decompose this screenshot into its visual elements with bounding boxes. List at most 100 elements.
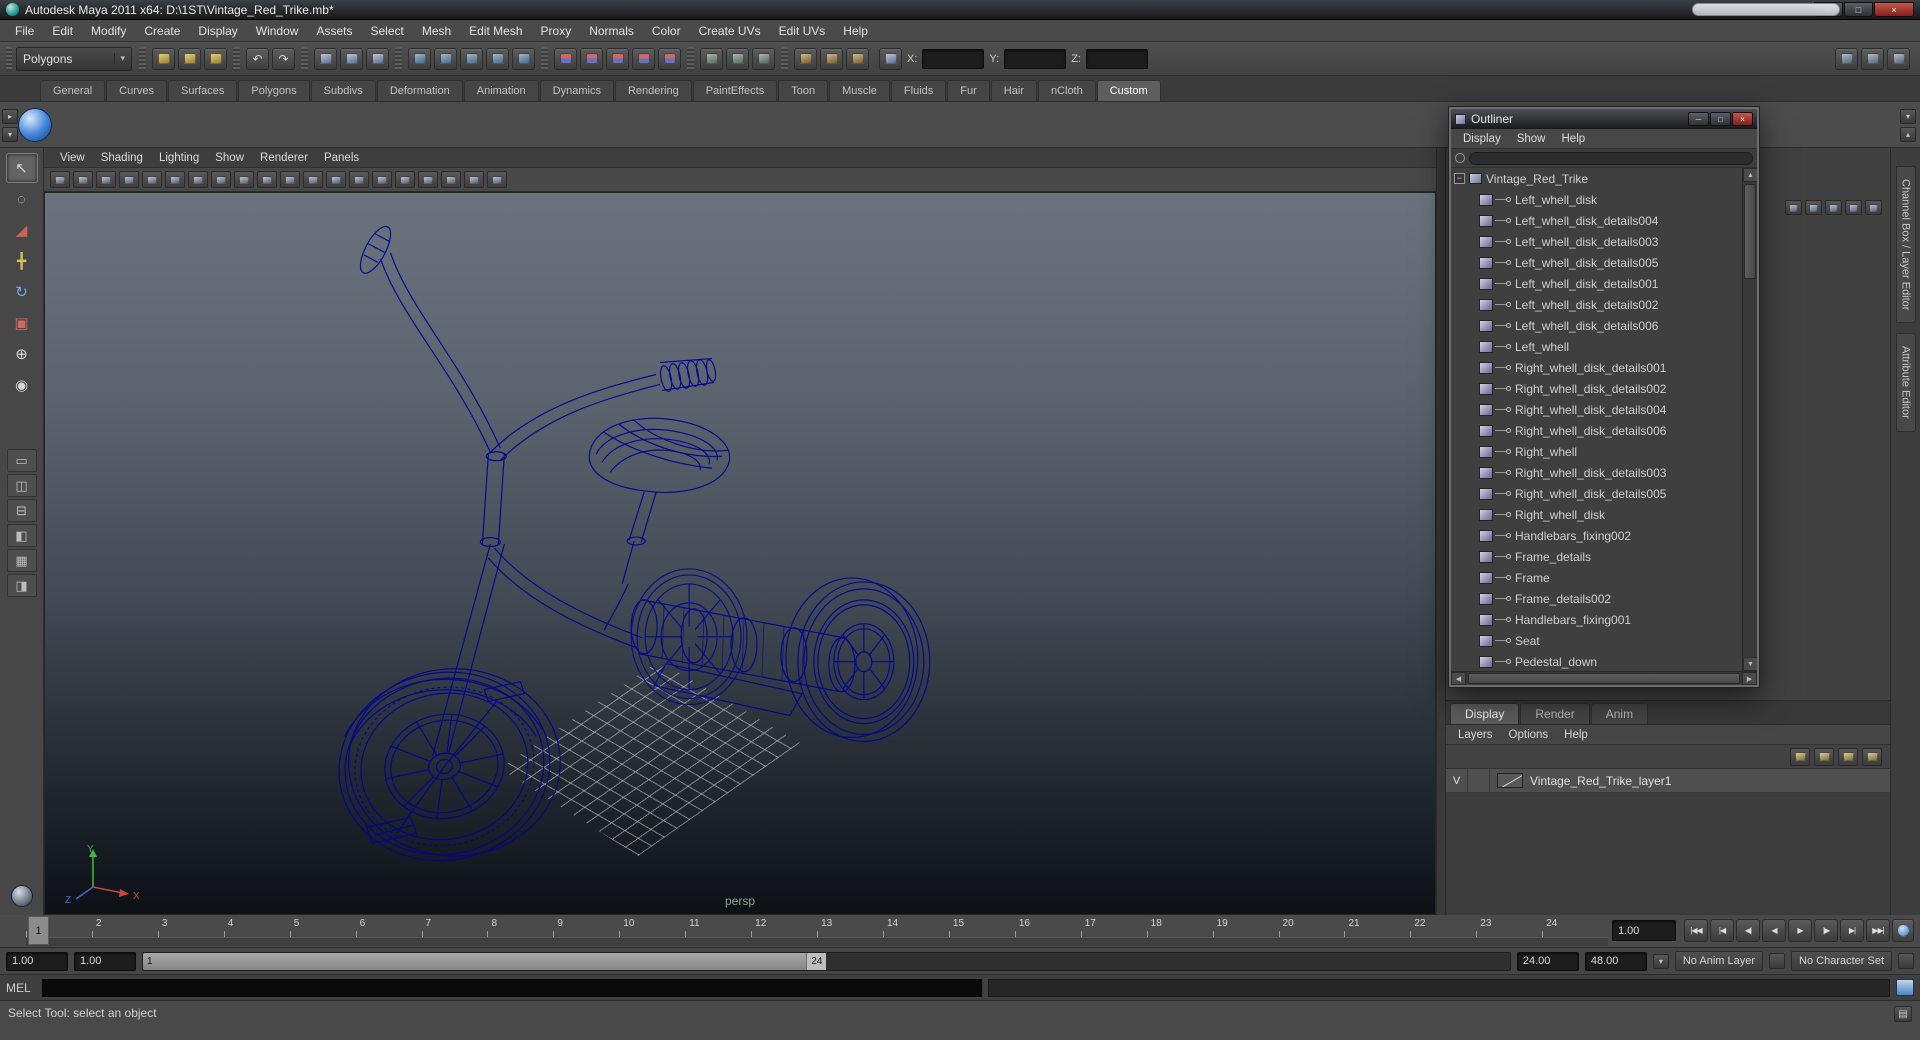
- layers-options-icon[interactable]: [1790, 747, 1810, 766]
- panel-menu-view[interactable]: View: [52, 152, 93, 164]
- menu-assets[interactable]: Assets: [307, 24, 361, 38]
- time-ruler-frame-8[interactable]: 8: [487, 915, 553, 937]
- scale-tool[interactable]: ▣: [6, 308, 38, 338]
- step-forward-one-key-button[interactable]: ▶|: [1840, 919, 1864, 942]
- lasso-select-tool[interactable]: ◌: [6, 184, 38, 214]
- shelf-tab-rendering[interactable]: Rendering: [614, 80, 692, 101]
- command-line-language-label[interactable]: MEL: [6, 981, 36, 995]
- shadows-icon[interactable]: [395, 171, 415, 188]
- layer-editor-menu-options[interactable]: Options: [1501, 729, 1557, 741]
- new-scene-icon[interactable]: [152, 47, 175, 70]
- menu-select[interactable]: Select: [361, 24, 412, 38]
- new-empty-layer-icon[interactable]: [1838, 747, 1858, 766]
- panel-menu-lighting[interactable]: Lighting: [151, 152, 207, 164]
- scroll-left-icon[interactable]: ◀: [1451, 672, 1466, 685]
- time-ruler-frame-6[interactable]: 6: [355, 915, 422, 937]
- shelf-edit-icon[interactable]: ▴: [1900, 126, 1916, 142]
- outliner-close-button[interactable]: ×: [1732, 112, 1753, 126]
- go-to-end-button[interactable]: ▶▶|: [1866, 919, 1890, 942]
- snap-to-curves-icon[interactable]: [580, 47, 603, 70]
- time-ruler-frame-10[interactable]: 10: [619, 915, 685, 937]
- step-forward-one-frame-button[interactable]: |▶: [1814, 919, 1838, 942]
- toolbar-separator[interactable]: [233, 46, 240, 71]
- show-tool-settings-icon[interactable]: [1861, 47, 1884, 70]
- shaded-mode-icon[interactable]: [326, 171, 346, 188]
- outliner-item-right-whell-disk-details005[interactable]: Right_whell_disk_details005: [1451, 483, 1742, 504]
- universal-manipulator-tool[interactable]: ⊕: [6, 339, 38, 369]
- scroll-down-icon[interactable]: ▼: [1743, 657, 1757, 671]
- open-scene-icon[interactable]: [178, 47, 201, 70]
- shelf-tab-toon[interactable]: Toon: [778, 80, 829, 101]
- channel-speed-fast-icon[interactable]: [1845, 200, 1862, 215]
- outliner-item-frame[interactable]: Frame: [1451, 567, 1742, 588]
- input-connections-icon[interactable]: [700, 47, 723, 70]
- menu-help[interactable]: Help: [834, 24, 877, 38]
- menu-normals[interactable]: Normals: [580, 24, 643, 38]
- safe-title-icon[interactable]: [280, 171, 300, 188]
- menu-file[interactable]: File: [6, 24, 43, 38]
- outliner-filter-input[interactable]: [1469, 151, 1753, 165]
- play-backwards-button[interactable]: ◀: [1762, 919, 1786, 942]
- shelf-tab-dynamics[interactable]: Dynamics: [539, 80, 614, 101]
- x-coordinate-input[interactable]: [922, 48, 985, 69]
- toolbar-separator[interactable]: [301, 46, 308, 71]
- toolbar-separator[interactable]: [139, 46, 146, 71]
- select-curves-icon[interactable]: [460, 47, 483, 70]
- outliner-menu-show[interactable]: Show: [1509, 133, 1554, 145]
- select-handles-icon[interactable]: [408, 47, 431, 70]
- shelf-tab-deformation[interactable]: Deformation: [376, 80, 463, 101]
- range-start-handle[interactable]: 1: [143, 956, 157, 967]
- time-ruler-frame-16[interactable]: 16: [1014, 915, 1081, 937]
- layer-editor-menu-layers[interactable]: Layers: [1450, 729, 1501, 741]
- redo-icon[interactable]: ↷: [272, 47, 295, 70]
- view-grid-icon[interactable]: [142, 171, 162, 188]
- show-channel-box-icon[interactable]: [1835, 47, 1858, 70]
- outliner-item-frame-details002[interactable]: Frame_details002: [1451, 588, 1742, 609]
- menu-edit-mesh[interactable]: Edit Mesh: [460, 24, 531, 38]
- outliner-persp-layout[interactable]: ◨: [6, 574, 37, 597]
- time-ruler-frame-23[interactable]: 23: [1476, 915, 1542, 937]
- horizontal-scroll-thumb[interactable]: [1468, 673, 1740, 684]
- shelf-tab-ncloth[interactable]: nCloth: [1037, 80, 1096, 101]
- outliner-item-pedestal-down[interactable]: Pedestal_down: [1451, 651, 1742, 671]
- layer-visibility-toggle[interactable]: V: [1446, 769, 1468, 792]
- toolbar-separator[interactable]: [687, 46, 694, 71]
- menu-edit-uvs[interactable]: Edit UVs: [770, 24, 835, 38]
- panel-tab-channel-box-layer-editor[interactable]: Channel Box / Layer Editor: [1895, 166, 1916, 324]
- animation-start-field[interactable]: 1.00: [6, 951, 68, 971]
- scroll-up-icon[interactable]: ▲: [1743, 168, 1757, 182]
- outliner-titlebar[interactable]: Outliner ─ □ ×: [1451, 109, 1757, 129]
- xray-icon[interactable]: [418, 171, 438, 188]
- character-set-dropdown[interactable]: No Character Set: [1791, 951, 1892, 971]
- shelf-tab-custom[interactable]: Custom: [1096, 80, 1161, 101]
- range-end-handle[interactable]: 24: [806, 952, 827, 970]
- safe-action-icon[interactable]: [257, 171, 277, 188]
- anim-layer-dropdown[interactable]: No Anim Layer: [1674, 951, 1764, 971]
- outliner-minimize-button[interactable]: ─: [1688, 112, 1709, 126]
- time-slider-ruler[interactable]: 123456789101112131415161718192021222324: [26, 915, 1608, 937]
- channel-speed-medium-icon[interactable]: [1825, 200, 1842, 215]
- time-ruler-frame-15[interactable]: 15: [948, 915, 1015, 937]
- quick-help-icon[interactable]: ▤: [1894, 1006, 1912, 1022]
- use-all-lights-icon[interactable]: [372, 171, 392, 188]
- single-pane-layout[interactable]: ▭: [6, 449, 37, 472]
- shelf-tab-fluids[interactable]: Fluids: [890, 80, 947, 101]
- shelf-tab-polygons[interactable]: Polygons: [238, 80, 310, 101]
- shelf-options-icon[interactable]: ▾: [1900, 108, 1916, 124]
- select-rendering-icon[interactable]: [512, 47, 535, 70]
- field-chart-icon[interactable]: [234, 171, 254, 188]
- transfer-attributes-icon[interactable]: [1814, 747, 1834, 766]
- character-set-key-icon[interactable]: [1769, 953, 1786, 969]
- outliner-item-left-whell-disk-details006[interactable]: Left_whell_disk_details006: [1451, 315, 1742, 336]
- window-close-button[interactable]: ×: [1874, 2, 1914, 17]
- step-back-one-key-button[interactable]: |◀: [1710, 919, 1734, 942]
- layer-editor-tab-anim[interactable]: Anim: [1590, 703, 1649, 724]
- paint-select-tool[interactable]: ◢: [6, 215, 38, 245]
- panel-tab-attribute-editor[interactable]: Attribute Editor: [1895, 333, 1916, 433]
- shelf-tab-curves[interactable]: Curves: [106, 80, 167, 101]
- shelf-tab-animation[interactable]: Animation: [463, 80, 539, 101]
- shelf-menu-icon[interactable]: ▾: [2, 126, 18, 142]
- current-time-marker[interactable]: 1: [28, 916, 49, 945]
- command-line-input[interactable]: [42, 978, 982, 997]
- animation-preferences-icon[interactable]: [1892, 919, 1914, 942]
